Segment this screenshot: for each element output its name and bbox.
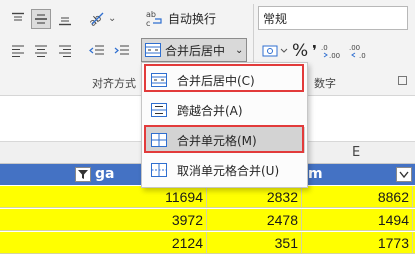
decrease-indent-icon <box>89 45 104 55</box>
svg-text:.0: .0 <box>359 52 366 60</box>
table-cell[interactable]: 2832 <box>207 186 302 208</box>
number-format-value: 常规 <box>263 11 288 26</box>
align-center-icon <box>35 45 47 57</box>
merge-center-button[interactable]: 合并后居中 ⌄ <box>141 38 247 62</box>
menu-item-label: 合并后居中(C) <box>177 73 255 88</box>
table-cell[interactable]: 3972 <box>95 209 207 231</box>
decrease-decimal-icon[interactable]: .00.0 <box>349 42 373 60</box>
align-right-icon <box>59 45 71 57</box>
header-cell-m[interactable]: m <box>308 164 388 185</box>
align-left-icon <box>12 45 24 57</box>
comma-style-button[interactable]: ❜ <box>312 42 317 60</box>
menu-item-unmerge-cells[interactable]: 取消单元格合并(U) <box>145 157 305 183</box>
table-cell[interactable]: 8862 <box>302 186 413 208</box>
menu-item-merge-across[interactable]: 跨越合并(A) <box>145 97 305 123</box>
unmerge-cells-icon <box>151 163 167 177</box>
top-align-icon <box>12 12 24 21</box>
svg-text:.00: .00 <box>329 52 340 60</box>
middle-align-button[interactable] <box>31 9 51 29</box>
table-cell[interactable]: 2124 <box>95 232 207 254</box>
column-header-e[interactable]: E <box>352 145 360 160</box>
svg-text:.0: .0 <box>321 44 328 52</box>
table-cell[interactable]: 351 <box>207 232 302 254</box>
table-cell[interactable]: 1773 <box>302 232 413 254</box>
wrap-text-label: 自动换行 <box>168 11 217 26</box>
table-row: 3972 2478 1494 <box>0 209 415 231</box>
top-align-button[interactable] <box>8 9 28 29</box>
filter-button[interactable] <box>396 167 412 182</box>
merge-center-icon <box>145 43 161 57</box>
increase-decimal-icon[interactable]: .0.00 <box>321 42 345 60</box>
merge-cells-icon <box>151 133 167 147</box>
merge-center-icon <box>151 73 167 87</box>
menu-item-label: 合并单元格(M) <box>177 133 257 148</box>
orientation-dropdown-arrow: ⌄ <box>108 12 117 24</box>
merge-center-label: 合并后居中 <box>165 43 226 58</box>
number-format-select[interactable]: 常规 <box>258 6 408 30</box>
filter-icon <box>78 170 88 179</box>
table-row: 11694 2832 8862 <box>0 186 415 208</box>
increase-indent-icon <box>114 45 129 55</box>
filter-dropdown-icon <box>399 171 409 179</box>
menu-item-merge-cells[interactable]: 合并单元格(M) <box>145 127 305 153</box>
increase-indent-button[interactable] <box>112 41 132 61</box>
alignment-group-label: 对齐方式 <box>92 77 136 90</box>
wrap-text-button[interactable]: ab c 自动换行 <box>146 8 216 28</box>
align-center-button[interactable] <box>31 41 51 61</box>
merge-across-icon <box>151 103 167 117</box>
decrease-indent-button[interactable] <box>87 41 107 61</box>
align-left-button[interactable] <box>8 41 28 61</box>
table-row: 2124 351 1773 <box>0 232 415 254</box>
wrap-text-icon: abc <box>146 10 162 27</box>
svg-text:c: c <box>146 19 150 27</box>
bottom-align-button[interactable] <box>55 9 75 29</box>
bottom-align-icon <box>59 17 71 26</box>
menu-item-label: 取消单元格合并(U) <box>177 163 280 178</box>
orientation-icon: ab <box>88 12 104 26</box>
number-dialog-launcher[interactable] <box>398 76 407 85</box>
merge-center-dropdown-arrow[interactable]: ⌄ <box>235 45 243 56</box>
table-cell[interactable]: 1494 <box>302 209 413 231</box>
merge-dropdown-menu: 合并后居中(C) 跨越合并(A) 合并单元格(M) 取消单元格合并(U) <box>141 62 308 188</box>
orientation-button[interactable]: ab ⌄ <box>88 8 122 28</box>
currency-format-icon[interactable] <box>262 43 288 59</box>
table-cell[interactable]: 2478 <box>207 209 302 231</box>
svg-text:.00: .00 <box>349 44 360 52</box>
filter-button[interactable] <box>75 167 91 182</box>
menu-item-label: 跨越合并(A) <box>177 103 243 118</box>
align-right-button[interactable] <box>55 41 75 61</box>
middle-align-icon <box>35 14 47 24</box>
number-buttons-row: % ❜ .0.00 .00.0 <box>262 40 373 62</box>
table-cell[interactable]: 11694 <box>95 186 207 208</box>
svg-text:ab: ab <box>146 10 156 19</box>
menu-item-merge-center[interactable]: 合并后居中(C) <box>145 67 305 93</box>
percent-style-button[interactable]: % <box>292 41 308 61</box>
number-group-label: 数字 <box>314 77 336 90</box>
